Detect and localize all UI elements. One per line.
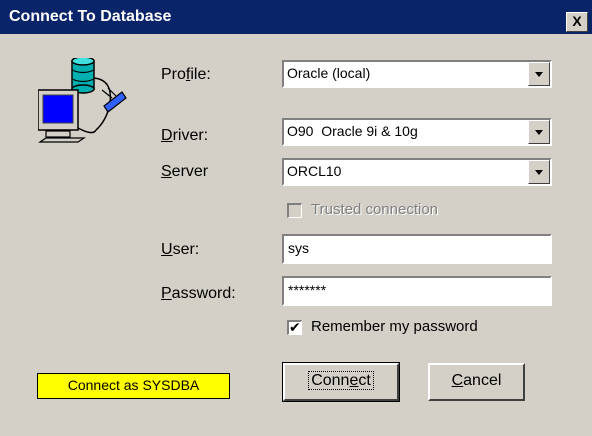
connect-button-label: Connect: [308, 371, 374, 390]
driver-select[interactable]: O90 Oracle 9i & 10g: [282, 118, 552, 146]
checkmark-icon: ✔: [289, 319, 301, 335]
chevron-down-icon[interactable]: [528, 120, 550, 144]
remember-password-label: Remember my password: [311, 318, 478, 335]
profile-select[interactable]: Oracle (local): [282, 60, 552, 88]
profile-value: Oracle (local): [287, 65, 371, 81]
cancel-button[interactable]: Cancel: [428, 363, 525, 401]
database-computer-icon: [38, 58, 127, 143]
trusted-connection-label: Trusted connection: [311, 201, 439, 218]
server-select[interactable]: ORCL10: [282, 158, 552, 186]
user-input[interactable]: sys: [282, 234, 552, 264]
profile-label: Profile:: [161, 66, 211, 83]
trusted-connection-checkbox[interactable]: [287, 203, 302, 218]
close-button[interactable]: X: [566, 12, 588, 32]
password-input[interactable]: *******: [282, 276, 552, 306]
chevron-down-icon[interactable]: [528, 160, 550, 184]
server-value: ORCL10: [287, 163, 342, 179]
driver-label: Driver:: [161, 127, 209, 144]
close-icon: X: [572, 13, 582, 29]
title-bar[interactable]: Connect To Database: [0, 0, 592, 34]
connect-button[interactable]: Connect: [282, 362, 400, 402]
password-label: Password:: [161, 285, 236, 302]
chevron-down-icon[interactable]: [528, 62, 550, 86]
remember-password-checkbox[interactable]: ✔: [287, 319, 302, 335]
server-label: Server: [161, 163, 209, 180]
cancel-button-label: Cancel: [451, 372, 502, 389]
driver-value: O90 Oracle 9i & 10g: [287, 123, 418, 139]
user-label: User:: [161, 241, 200, 258]
sysdba-badge: Connect as SYSDBA: [37, 373, 230, 399]
window-title: Connect To Database: [9, 8, 172, 25]
